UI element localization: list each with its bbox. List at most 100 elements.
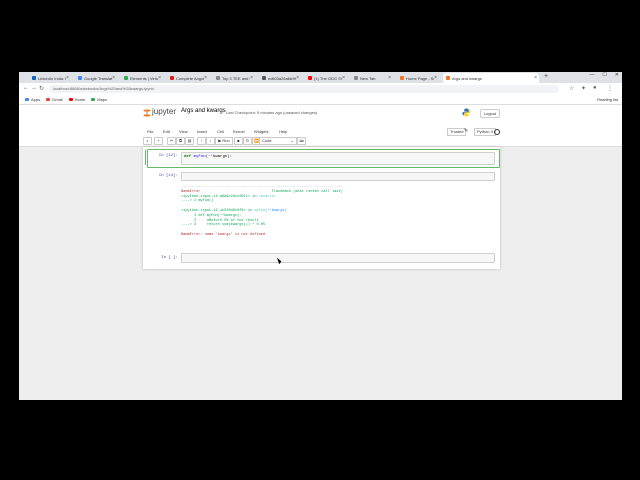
jupyter-brand[interactable]: jupyter	[152, 107, 176, 116]
code-input[interactable]: def myFun(**kwargs):	[181, 152, 495, 165]
bookmark-maps[interactable]: Maps	[91, 97, 107, 102]
browser-tab[interactable]: Home Page - Select×	[397, 73, 439, 83]
insert-cell-icon[interactable]: +	[154, 137, 163, 145]
kernel-indicator[interactable]: Python 3	[474, 128, 496, 136]
traceback-line: 1 def myFun(**kwargs):	[181, 213, 242, 218]
browser-window: LinkedIn India: Log× Google Translate× E…	[19, 72, 622, 400]
tab-favicon-icon	[446, 76, 450, 80]
input-prompt: In [ ]:	[161, 256, 178, 260]
url-text: localhost:8888/notebooks/Args%20and%20kw…	[53, 86, 154, 91]
notebook-toolbar: ▪ + ✂ ⧉ ▤ ↑ ↓ ▶ Run ■ ↻ ⏩ Code ⌄ ⌨	[19, 136, 622, 147]
close-icon[interactable]: ×	[434, 75, 437, 81]
keyboard-shortcuts-icon[interactable]: ⌨	[297, 137, 306, 145]
apps-icon	[25, 98, 29, 101]
menu-view[interactable]: View	[179, 129, 188, 134]
browser-tab[interactable]: Elements | Virtuoso×	[121, 73, 163, 83]
menu-widgets[interactable]: Widgets	[254, 129, 268, 134]
menu-icon[interactable]: ⋮	[607, 85, 613, 92]
close-icon[interactable]: ×	[158, 75, 161, 81]
browser-tab[interactable]: Google Translate ×	[75, 73, 117, 83]
copy-icon[interactable]: ⧉	[176, 137, 185, 145]
menu-kernel[interactable]: Kernel	[233, 129, 245, 134]
forward-icon[interactable]: →	[31, 85, 37, 91]
chevron-down-icon: ⌄	[290, 138, 294, 143]
tab-favicon-icon	[32, 76, 36, 80]
traceback-scope: myFun	[254, 208, 266, 213]
reading-list[interactable]: Reading list	[597, 97, 618, 102]
traceback-line: ----> 3 return sum(kwargs()) * 0.05	[181, 223, 266, 228]
function-name: myFun	[193, 155, 206, 159]
browser-tab[interactable]: New Tab ×	[351, 73, 393, 83]
edit-mode-icon: ✎	[464, 128, 469, 134]
bookmark-gmail[interactable]: Gmail	[46, 97, 63, 102]
move-down-icon[interactable]: ↓	[206, 137, 215, 145]
tab-favicon-icon	[170, 76, 174, 80]
cut-icon[interactable]: ✂	[167, 137, 176, 145]
paste-icon[interactable]: ▤	[185, 137, 194, 145]
menu-help[interactable]: Help	[279, 129, 287, 134]
menu-insert[interactable]: Insert	[197, 129, 207, 134]
profile-avatar[interactable]: ●	[593, 85, 597, 91]
code-input[interactable]	[181, 253, 495, 263]
function-args: (**kwargs):	[205, 155, 233, 159]
close-icon[interactable]: ×	[250, 75, 253, 81]
address-bar[interactable]: localhost:8888/notebooks/Args%20and%20kw…	[49, 85, 559, 93]
code-input[interactable]	[181, 172, 495, 181]
browser-tab[interactable]: (1) The GDG Show×	[305, 73, 347, 83]
back-icon[interactable]: ←	[23, 85, 29, 91]
tab-label: (1) The GDG Show	[314, 75, 343, 81]
browser-tab[interactable]: LinkedIn India: Log×	[29, 73, 71, 83]
error-type: NameError	[181, 189, 201, 194]
tab-label: Home Page - Select	[406, 75, 434, 81]
jupyter-logo-icon[interactable]	[143, 108, 151, 118]
bookmark-label: Home	[74, 97, 86, 102]
bookmark-star-icon[interactable]: ☆	[569, 85, 574, 92]
tab-label: Google Translate	[84, 75, 113, 81]
jupyter-header: jupyter Args and kwargs Last Checkpoint:…	[19, 105, 622, 127]
browser-tab-active[interactable]: Args and kwargs ×	[443, 73, 539, 83]
gmail-icon	[46, 98, 51, 101]
tab-strip: LinkedIn India: Log× Google Translate× E…	[19, 72, 622, 83]
bookmark-home[interactable]: Home	[68, 97, 86, 102]
run-button[interactable]: ▶ Run	[215, 137, 233, 145]
maximize-icon[interactable]: ☐	[602, 72, 606, 78]
minimize-icon[interactable]: —	[589, 72, 594, 78]
browser-tab[interactable]: edit03a26a6b9f07×	[259, 73, 301, 83]
menu-file[interactable]: File	[147, 129, 153, 134]
notebook-menubar: File Edit View Insert Cell Kernel Widget…	[19, 127, 622, 136]
traceback-separator: ----------------------------------------…	[181, 185, 343, 189]
close-icon[interactable]: ×	[204, 75, 207, 81]
bookmark-apps[interactable]: Apps	[25, 97, 40, 102]
browser-tab[interactable]: Complete Angular×	[167, 73, 209, 83]
traceback-line: ----> 1 myFun()	[181, 199, 214, 204]
cell-type-select[interactable]: Code ⌄	[259, 137, 297, 145]
tab-favicon-icon	[78, 76, 82, 80]
run-label: Run	[222, 138, 230, 143]
save-icon[interactable]: ▪	[143, 137, 152, 145]
reload-icon[interactable]: ↻	[39, 85, 44, 92]
traceback-location: <ipython-input-14-a6a9c2dcc0611> in	[181, 194, 259, 199]
menu-edit[interactable]: Edit	[163, 129, 170, 134]
tab-label: Elements | Virtuoso	[130, 75, 159, 81]
cell-type-value: Code	[262, 138, 272, 143]
browser-tab[interactable]: Top 3 TEE and NTI×	[213, 73, 255, 83]
close-icon[interactable]: ×	[66, 75, 69, 81]
notebook-title[interactable]: Args and kwargs	[181, 108, 226, 114]
new-tab-button[interactable]: +	[544, 73, 548, 80]
close-icon[interactable]: ×	[534, 75, 537, 81]
close-window-icon[interactable]: ✕	[615, 72, 619, 78]
close-icon[interactable]: ×	[112, 75, 115, 81]
close-icon[interactable]: ×	[388, 75, 391, 81]
restart-icon[interactable]: ↻	[243, 137, 252, 145]
close-icon[interactable]: ×	[296, 75, 299, 81]
move-up-icon[interactable]: ↑	[197, 137, 206, 145]
tab-label: Args and kwargs	[452, 75, 482, 81]
stop-icon[interactable]: ■	[234, 137, 243, 145]
close-icon[interactable]: ×	[342, 75, 345, 81]
menu-cell[interactable]: Cell	[217, 129, 224, 134]
logout-button[interactable]: Logout	[480, 109, 500, 118]
bookmark-label: Maps	[97, 97, 108, 102]
traceback-args: (**kwargs)	[265, 208, 287, 213]
extensions-icon[interactable]: ✦	[581, 85, 586, 92]
tab-favicon-icon	[354, 76, 358, 80]
